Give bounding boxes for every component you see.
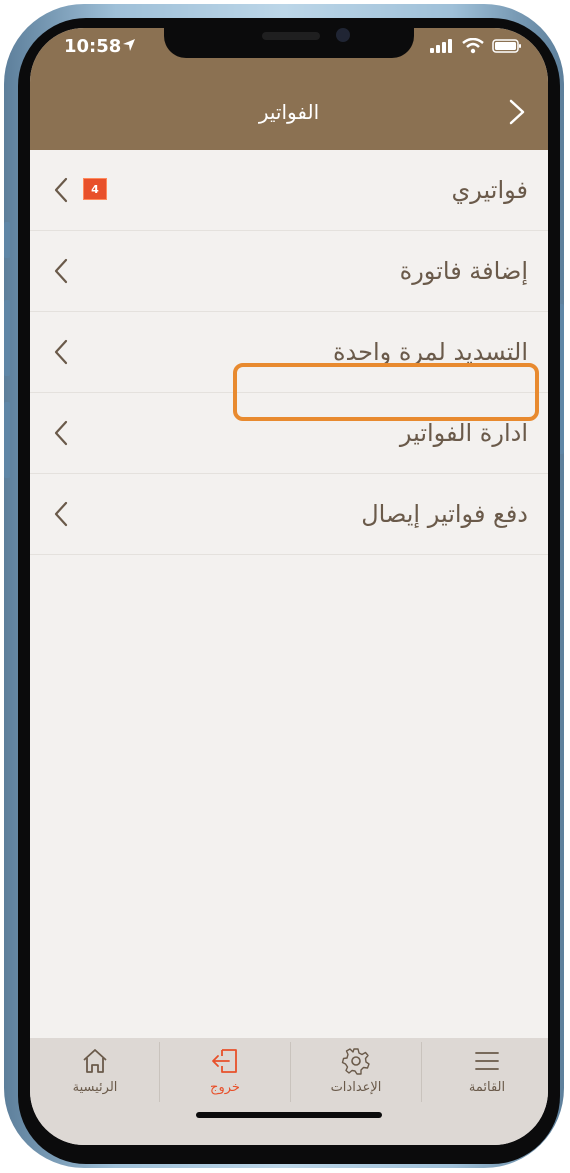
- wifi-icon: [462, 38, 484, 54]
- status-time: 10:58: [64, 36, 122, 57]
- menu-item-label: إضافة فاتورة: [399, 257, 528, 285]
- tab-menu[interactable]: القائمة: [422, 1038, 548, 1108]
- tab-label: الرئيسية: [72, 1080, 118, 1095]
- menu-item-pay-receipt-bills[interactable]: دفع فواتير إيصال: [30, 474, 548, 555]
- battery-icon: [492, 39, 521, 53]
- mute-switch: [4, 222, 10, 258]
- cellular-signal-icon: [430, 39, 452, 53]
- tab-settings[interactable]: الإعدادات: [291, 1038, 421, 1108]
- menu-item-label: التسديد لمرة واحدة: [332, 338, 528, 366]
- chevron-left-icon: [54, 258, 68, 284]
- menu-item-label: فواتيري: [451, 176, 529, 204]
- tab-label: خروج: [210, 1080, 240, 1095]
- home-indicator: [196, 1112, 382, 1118]
- chevron-left-icon: [54, 420, 68, 446]
- tab-home[interactable]: الرئيسية: [30, 1038, 160, 1108]
- notch: [164, 28, 414, 58]
- volume-up-button: [4, 300, 10, 376]
- status-icons: [430, 38, 522, 54]
- volume-down-button: [4, 402, 10, 478]
- menu-item-manage-bills[interactable]: ادارة الفواتير: [30, 393, 548, 474]
- menu-icon: [475, 1052, 499, 1070]
- gear-icon: [341, 1048, 370, 1075]
- chevron-left-icon: [54, 177, 68, 203]
- tab-label: الإعدادات: [330, 1080, 382, 1095]
- logout-icon: [212, 1049, 237, 1073]
- page-title: الفواتير: [258, 100, 320, 124]
- menu-item-my-bills[interactable]: فواتيري 4: [30, 150, 548, 231]
- tab-logout[interactable]: خروج: [160, 1038, 290, 1108]
- tab-bar: الرئيسية خروج الإعدادات القائمة: [30, 1038, 548, 1145]
- chevron-left-icon: [54, 339, 68, 365]
- menu-item-label: ادارة الفواتير: [399, 419, 528, 447]
- back-chevron-icon[interactable]: [508, 98, 526, 126]
- tab-label: القائمة: [468, 1080, 506, 1095]
- home-icon: [83, 1049, 107, 1073]
- location-arrow-icon: [123, 39, 135, 51]
- menu-item-one-time-payment[interactable]: التسديد لمرة واحدة: [30, 312, 548, 393]
- navigation-bar: 10:58 الفواتير: [30, 28, 548, 150]
- menu-list: فواتيري 4 إضافة فاتورة التسديد لمرة واحد…: [30, 150, 548, 555]
- chevron-left-icon: [54, 501, 68, 527]
- speaker-grille: [262, 32, 320, 40]
- front-camera: [336, 28, 350, 42]
- app-screen: 10:58 الفواتير فواتيري 4 إضافة فاتورة ال…: [30, 28, 548, 1145]
- menu-item-add-bill[interactable]: إضافة فاتورة: [30, 231, 548, 312]
- count-badge: 4: [83, 178, 107, 200]
- menu-item-label: دفع فواتير إيصال: [361, 500, 528, 528]
